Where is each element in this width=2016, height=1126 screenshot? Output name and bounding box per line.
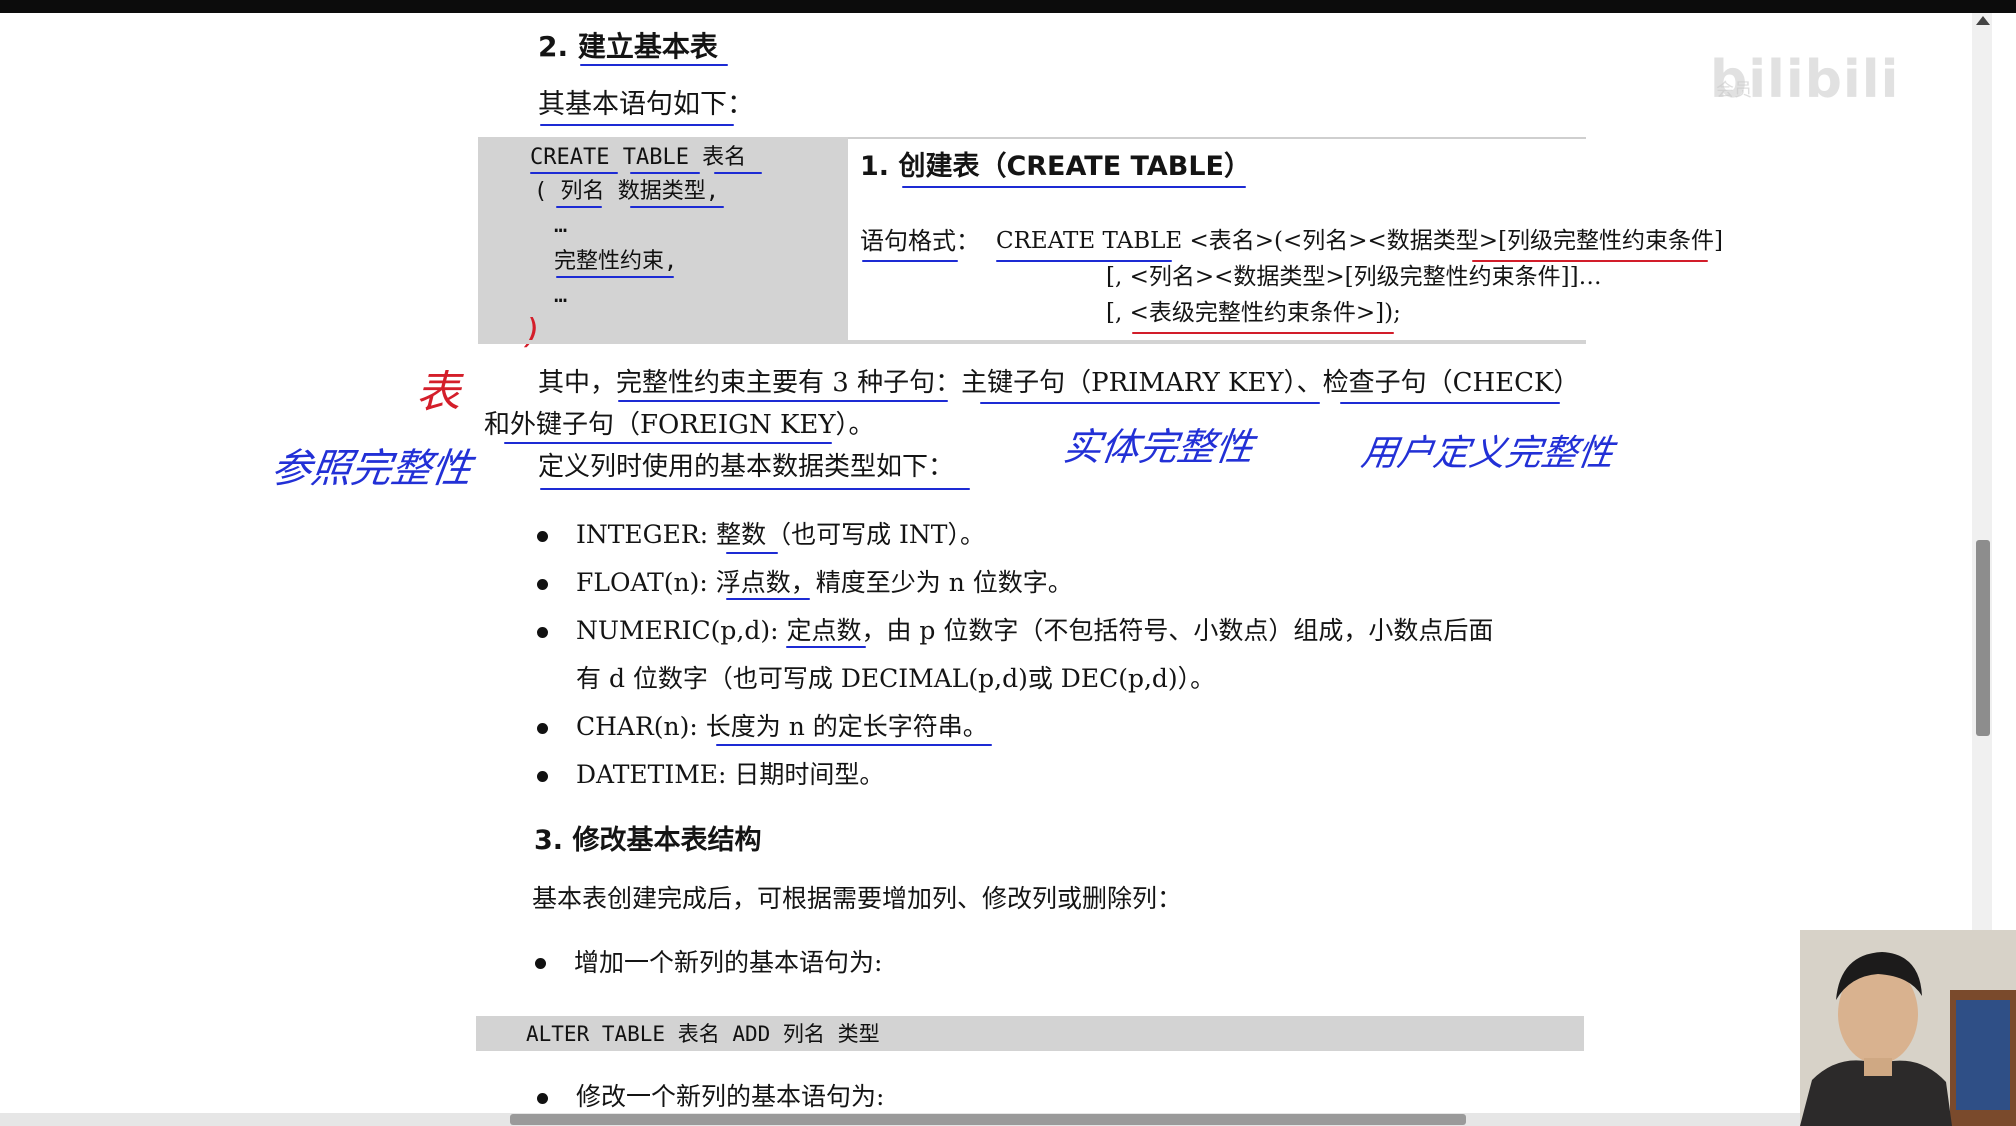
- bullet: [535, 958, 546, 969]
- bullet: [537, 627, 548, 638]
- code-line-3: …: [554, 213, 568, 238]
- ink-underline: [530, 172, 618, 174]
- ink-underline: [580, 64, 728, 66]
- create-table-heading: 1. 创建表（CREATE TABLE）: [860, 151, 1251, 182]
- presenter-image: [1800, 930, 2016, 1126]
- webcam-overlay: [1800, 930, 2016, 1126]
- ink-underline: [618, 400, 948, 402]
- section-3-intro: 基本表创建完成后，可根据需要增加列、修改列或删除列：: [532, 884, 1183, 913]
- ink-underline-red: [1132, 332, 1394, 334]
- format-label: 语句格式：: [860, 227, 980, 255]
- ink-underline: [726, 598, 810, 600]
- datatype-integer: INTEGER: 整数（也可写成 INT）。: [576, 520, 985, 549]
- bullet: [537, 771, 548, 782]
- vertical-scroll-thumb[interactable]: [1976, 540, 1990, 736]
- code-line-5: …: [554, 283, 568, 308]
- ink-underline: [630, 206, 724, 208]
- section-3-heading: 3. 修改基本表结构: [534, 825, 762, 856]
- top-bar: [0, 0, 2016, 13]
- annotation-biao: 表: [416, 367, 460, 418]
- ink-underline: [1340, 402, 1560, 404]
- section-2-intro: 其基本语句如下：: [538, 89, 754, 120]
- ink-underline: [786, 646, 866, 648]
- ink-underline: [540, 124, 734, 126]
- format-line-3: [, <表级完整性约束条件>]);: [1106, 300, 1401, 326]
- scroll-up-icon[interactable]: [1976, 16, 1990, 25]
- datatype-datetime: DATETIME: 日期时间型。: [576, 760, 885, 789]
- bullet: [537, 1093, 548, 1104]
- code-line-1: CREATE TABLE 表名: [530, 145, 747, 170]
- ink-underline: [980, 402, 1320, 404]
- format-line-1: CREATE TABLE <表名>(<列名><数据类型>[列级完整性约束条件]: [996, 228, 1724, 254]
- annotation-entity-integrity: 实体完整性: [1060, 425, 1257, 469]
- ink-underline: [630, 172, 700, 174]
- modify-column-text: 修改一个新列的基本语句为:: [576, 1082, 885, 1111]
- code-line-2: ( 列名 数据类型,: [534, 179, 719, 204]
- bullet: [537, 531, 548, 542]
- datatype-float: FLOAT(n): 浮点数，精度至少为 n 位数字。: [576, 568, 1073, 597]
- constraints-line-1: 其中，完整性约束主要有 3 种子句：主键子句（PRIMARY KEY）、检查子句…: [538, 368, 1580, 398]
- constraints-line-2: 和外键子句（FOREIGN KEY）。: [484, 410, 875, 440]
- ink-underline: [726, 552, 778, 554]
- bullet: [537, 579, 548, 590]
- ink-underline: [862, 260, 958, 262]
- ink-underline: [556, 276, 674, 278]
- horizontal-scroll-thumb[interactable]: [510, 1114, 1466, 1125]
- datatype-numeric-line-2: 有 d 位数字（也可写成 DECIMAL(p,d)或 DEC(p,d)）。: [576, 664, 1216, 693]
- watermark-badge: 会员: [1716, 80, 1752, 101]
- format-line-2: [, <列名><数据类型>[列级完整性约束条件]]…: [1106, 264, 1602, 290]
- datatype-numeric-line-1: NUMERIC(p,d): 定点数，由 p 位数字（不包括符号、小数点）组成，小…: [576, 616, 1494, 645]
- datatypes-intro: 定义列时使用的基本数据类型如下：: [538, 452, 955, 482]
- section-2-heading: 2. 建立基本表: [538, 30, 718, 63]
- annotation-referential-integrity: 参照完整性: [268, 446, 475, 492]
- ink-underline: [716, 744, 992, 746]
- alter-code-line: ALTER TABLE 表名 ADD 列名 类型: [526, 1022, 880, 1046]
- ink-underline: [556, 206, 602, 208]
- panel-divider: [478, 340, 1586, 344]
- add-column-text: 增加一个新列的基本语句为:: [574, 948, 883, 977]
- code-line-4: 完整性约束,: [554, 249, 678, 274]
- ink-underline: [504, 442, 832, 444]
- ink-underline: [714, 172, 762, 174]
- datatype-char: CHAR(n): 长度为 n 的定长字符串。: [576, 712, 988, 741]
- ink-underline: [902, 186, 1246, 188]
- ink-underline: [540, 488, 970, 490]
- bullet: [537, 723, 548, 734]
- annotation-user-defined-integrity: 用户定义完整性: [1358, 433, 1617, 474]
- code-line-6: ): [526, 312, 540, 352]
